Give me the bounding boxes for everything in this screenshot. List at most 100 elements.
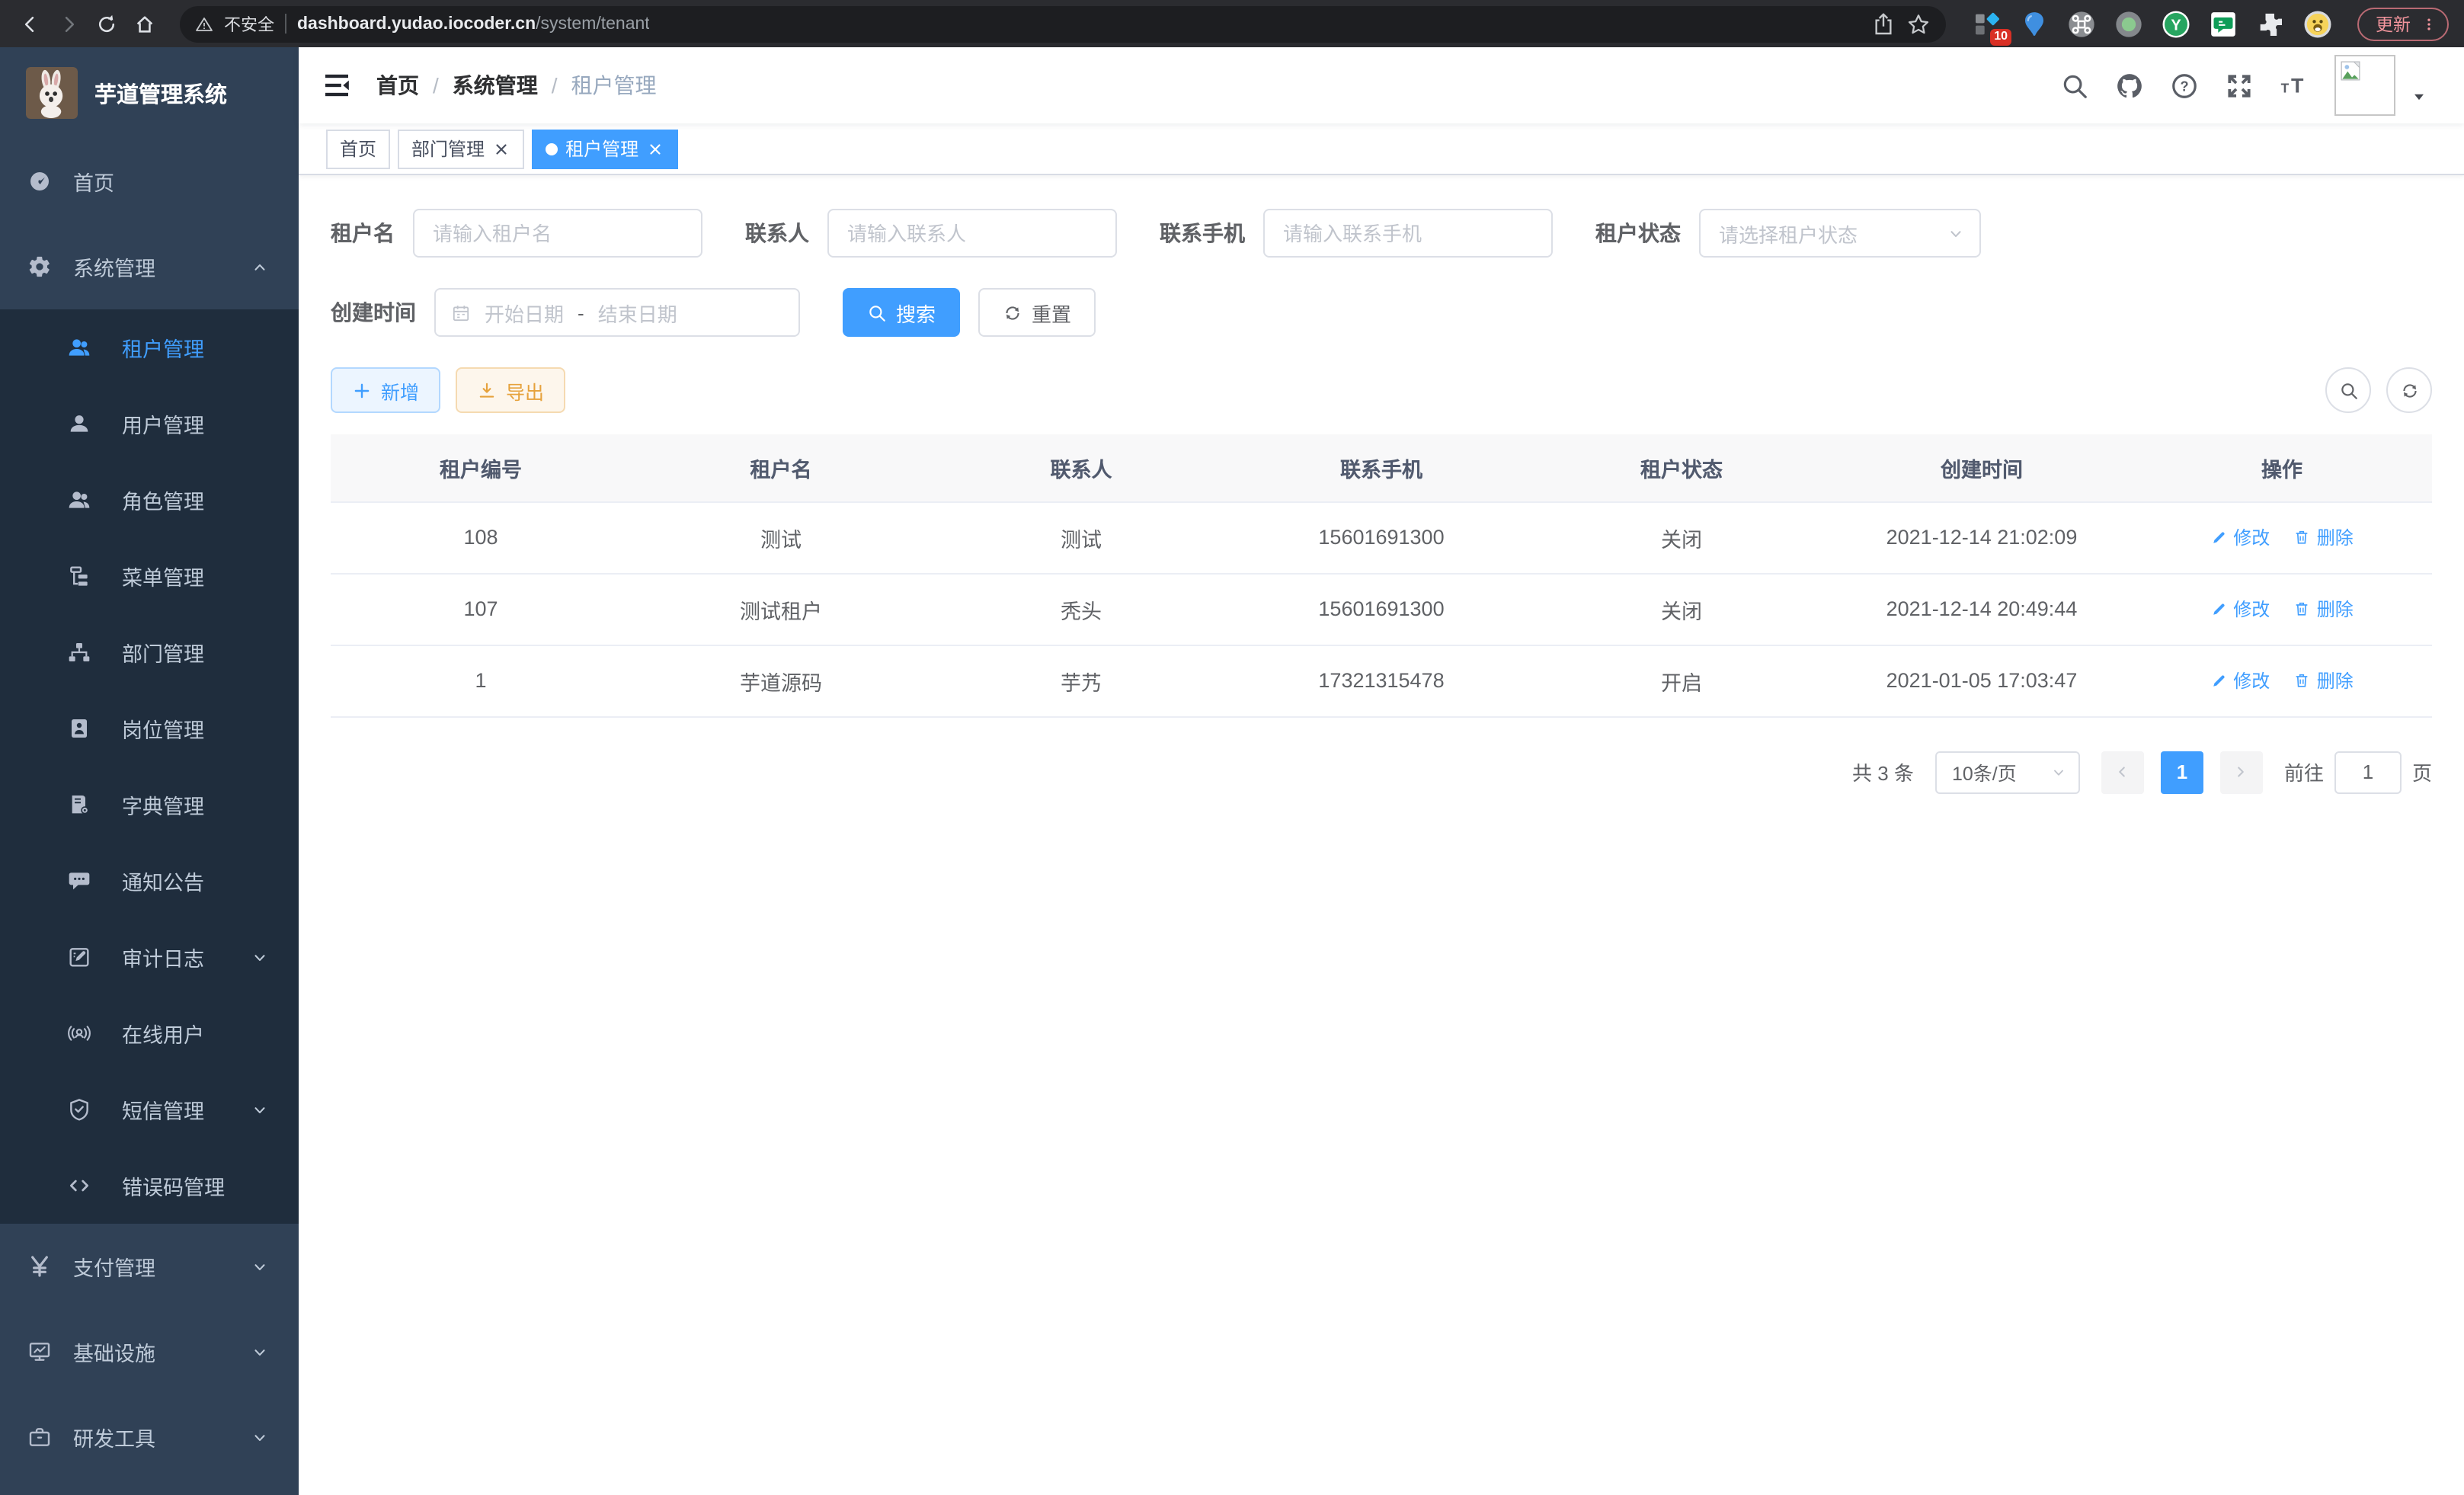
chevron-left-icon [2114, 764, 2131, 780]
sidebar-item-home[interactable]: 首页 [0, 139, 299, 224]
edit-button[interactable]: 修改 [2210, 524, 2270, 550]
browser-update-button[interactable]: 更新 [2357, 7, 2449, 40]
chevron-right-icon [2233, 764, 2250, 780]
status-select[interactable]: 请选择租户状态 [1699, 209, 1981, 258]
sidebar-item-devtools[interactable]: 研发工具 [0, 1394, 299, 1480]
sidebar-collapse-icon[interactable] [322, 70, 352, 101]
export-button[interactable]: 导出 [456, 367, 565, 413]
breadcrumb-system[interactable]: 系统管理 [453, 70, 538, 101]
search-button[interactable]: 搜索 [843, 288, 960, 337]
current-page-button[interactable]: 1 [2161, 751, 2203, 793]
extension-area: 10 Y 更新 [1972, 7, 2449, 40]
sidebar-logo[interactable]: 芋道管理系统 [0, 47, 299, 139]
url-text: dashboard.yudao.iocoder.cn/system/tenant [297, 14, 650, 33]
mobile-input[interactable] [1263, 209, 1553, 258]
pagination: 共 3 条 10条/页 1 前往 页 [331, 751, 2432, 793]
extension-chat-icon[interactable] [2208, 8, 2238, 39]
table-row: 107 测试租户 秃头 15601691300 关闭 2021-12-14 20… [331, 573, 2432, 645]
top-navbar: 首页 / 系统管理 / 租户管理 [299, 47, 2464, 123]
extension-recorder-icon[interactable] [2114, 8, 2144, 39]
prev-page-button[interactable] [2101, 751, 2144, 793]
filter-create-time: 创建时间 开始日期 - 结束日期 [331, 288, 800, 337]
avatar[interactable] [2334, 55, 2395, 116]
org-chart-icon [67, 640, 91, 664]
close-icon[interactable] [646, 139, 664, 158]
extension-balloon-icon[interactable] [2019, 8, 2050, 39]
sidebar-item-errorcode[interactable]: 错误码管理 [0, 1148, 299, 1224]
sidebar-item-post[interactable]: 岗位管理 [0, 690, 299, 767]
sidebar-item-pay[interactable]: 支付管理 [0, 1224, 299, 1309]
filter-row-1: 租户名 联系人 联系手机 租户状态 请选择租户状态 [331, 209, 2432, 258]
github-icon[interactable] [2115, 71, 2144, 100]
browser-reload-button[interactable] [91, 8, 122, 39]
filter-mobile: 联系手机 [1160, 209, 1553, 258]
sidebar-item-dept[interactable]: 部门管理 [0, 614, 299, 690]
extension-tabs-icon[interactable]: 10 [1972, 8, 2002, 39]
goto-page-input[interactable] [2334, 751, 2402, 793]
tab-tenant[interactable]: 租户管理 [532, 129, 678, 168]
trash-icon [2294, 672, 2311, 689]
sidebar-item-sms[interactable]: 短信管理 [0, 1071, 299, 1148]
active-tab-dot [546, 142, 558, 155]
sidebar-item-menu[interactable]: 菜单管理 [0, 538, 299, 614]
browser-back-button[interactable] [15, 8, 46, 39]
calendar-icon [451, 303, 471, 322]
pagination-total: 共 3 条 [1852, 757, 1914, 786]
delete-button[interactable]: 删除 [2294, 524, 2354, 550]
delete-button[interactable]: 删除 [2294, 667, 2354, 693]
search-icon [867, 303, 887, 322]
date-range-picker[interactable]: 开始日期 - 结束日期 [434, 288, 800, 337]
sidebar-item-online[interactable]: 在线用户 [0, 995, 299, 1071]
gear-icon [27, 255, 52, 279]
tab-home[interactable]: 首页 [326, 129, 390, 168]
edit-button[interactable]: 修改 [2210, 596, 2270, 622]
sidebar-item-user[interactable]: 用户管理 [0, 386, 299, 462]
filter-contact: 联系人 [745, 209, 1117, 258]
sidebar-item-dict[interactable]: 字典管理 [0, 767, 299, 843]
fullscreen-icon[interactable] [2225, 71, 2254, 100]
col-actions: 操作 [2132, 434, 2432, 501]
edit-button[interactable]: 修改 [2210, 667, 2270, 693]
extension-y-icon[interactable]: Y [2161, 8, 2191, 39]
refresh-table-button[interactable] [2386, 367, 2432, 413]
reset-button[interactable]: 重置 [978, 288, 1096, 337]
delete-button[interactable]: 删除 [2294, 596, 2354, 622]
font-size-icon[interactable] [2280, 71, 2309, 100]
page-size-select[interactable]: 10条/页 [1935, 751, 2080, 793]
extensions-puzzle-icon[interactable] [2255, 8, 2286, 39]
dictionary-icon [67, 792, 91, 817]
toggle-search-button[interactable] [2325, 367, 2371, 413]
sidebar: 芋道管理系统 首页 系统管理 租户管理 用户管理 [0, 47, 299, 1495]
search-icon [2338, 380, 2358, 400]
browser-forward-button[interactable] [53, 8, 84, 39]
add-button[interactable]: 新增 [331, 367, 440, 413]
sidebar-item-infra[interactable]: 基础设施 [0, 1309, 299, 1394]
sidebar-item-audit[interactable]: 审计日志 [0, 919, 299, 995]
caret-down-icon[interactable] [2411, 88, 2427, 104]
contact-input[interactable] [827, 209, 1117, 258]
sidebar-item-tenant[interactable]: 租户管理 [0, 309, 299, 386]
close-icon[interactable] [492, 139, 510, 158]
sidebar-item-role[interactable]: 角色管理 [0, 462, 299, 538]
chevron-up-icon [251, 258, 268, 275]
sidebar-item-system[interactable]: 系统管理 [0, 224, 299, 309]
browser-home-button[interactable] [130, 8, 160, 39]
help-icon[interactable] [2170, 71, 2199, 100]
table-header-row: 租户编号 租户名 联系人 联系手机 租户状态 创建时间 操作 [331, 434, 2432, 501]
sidebar-item-notice[interactable]: 通知公告 [0, 843, 299, 919]
sms-shield-icon [67, 1097, 91, 1122]
next-page-button[interactable] [2220, 751, 2263, 793]
col-status: 租户状态 [1531, 434, 1832, 501]
breadcrumb-home[interactable]: 首页 [376, 70, 419, 101]
extension-command-icon[interactable] [2066, 8, 2097, 39]
bookmark-star-icon[interactable] [1906, 11, 1931, 36]
search-icon[interactable] [2060, 71, 2089, 100]
tenant-name-input[interactable] [413, 209, 702, 258]
chevron-down-icon [251, 1343, 268, 1360]
profile-avatar-icon[interactable] [2302, 8, 2333, 39]
tab-dept[interactable]: 部门管理 [398, 129, 524, 168]
filter-status: 租户状态 请选择租户状态 [1595, 209, 1981, 258]
announcement-icon [67, 869, 91, 893]
address-bar[interactable]: 不安全 dashboard.yudao.iocoder.cn/system/te… [180, 5, 1946, 42]
share-icon[interactable] [1871, 11, 1896, 36]
